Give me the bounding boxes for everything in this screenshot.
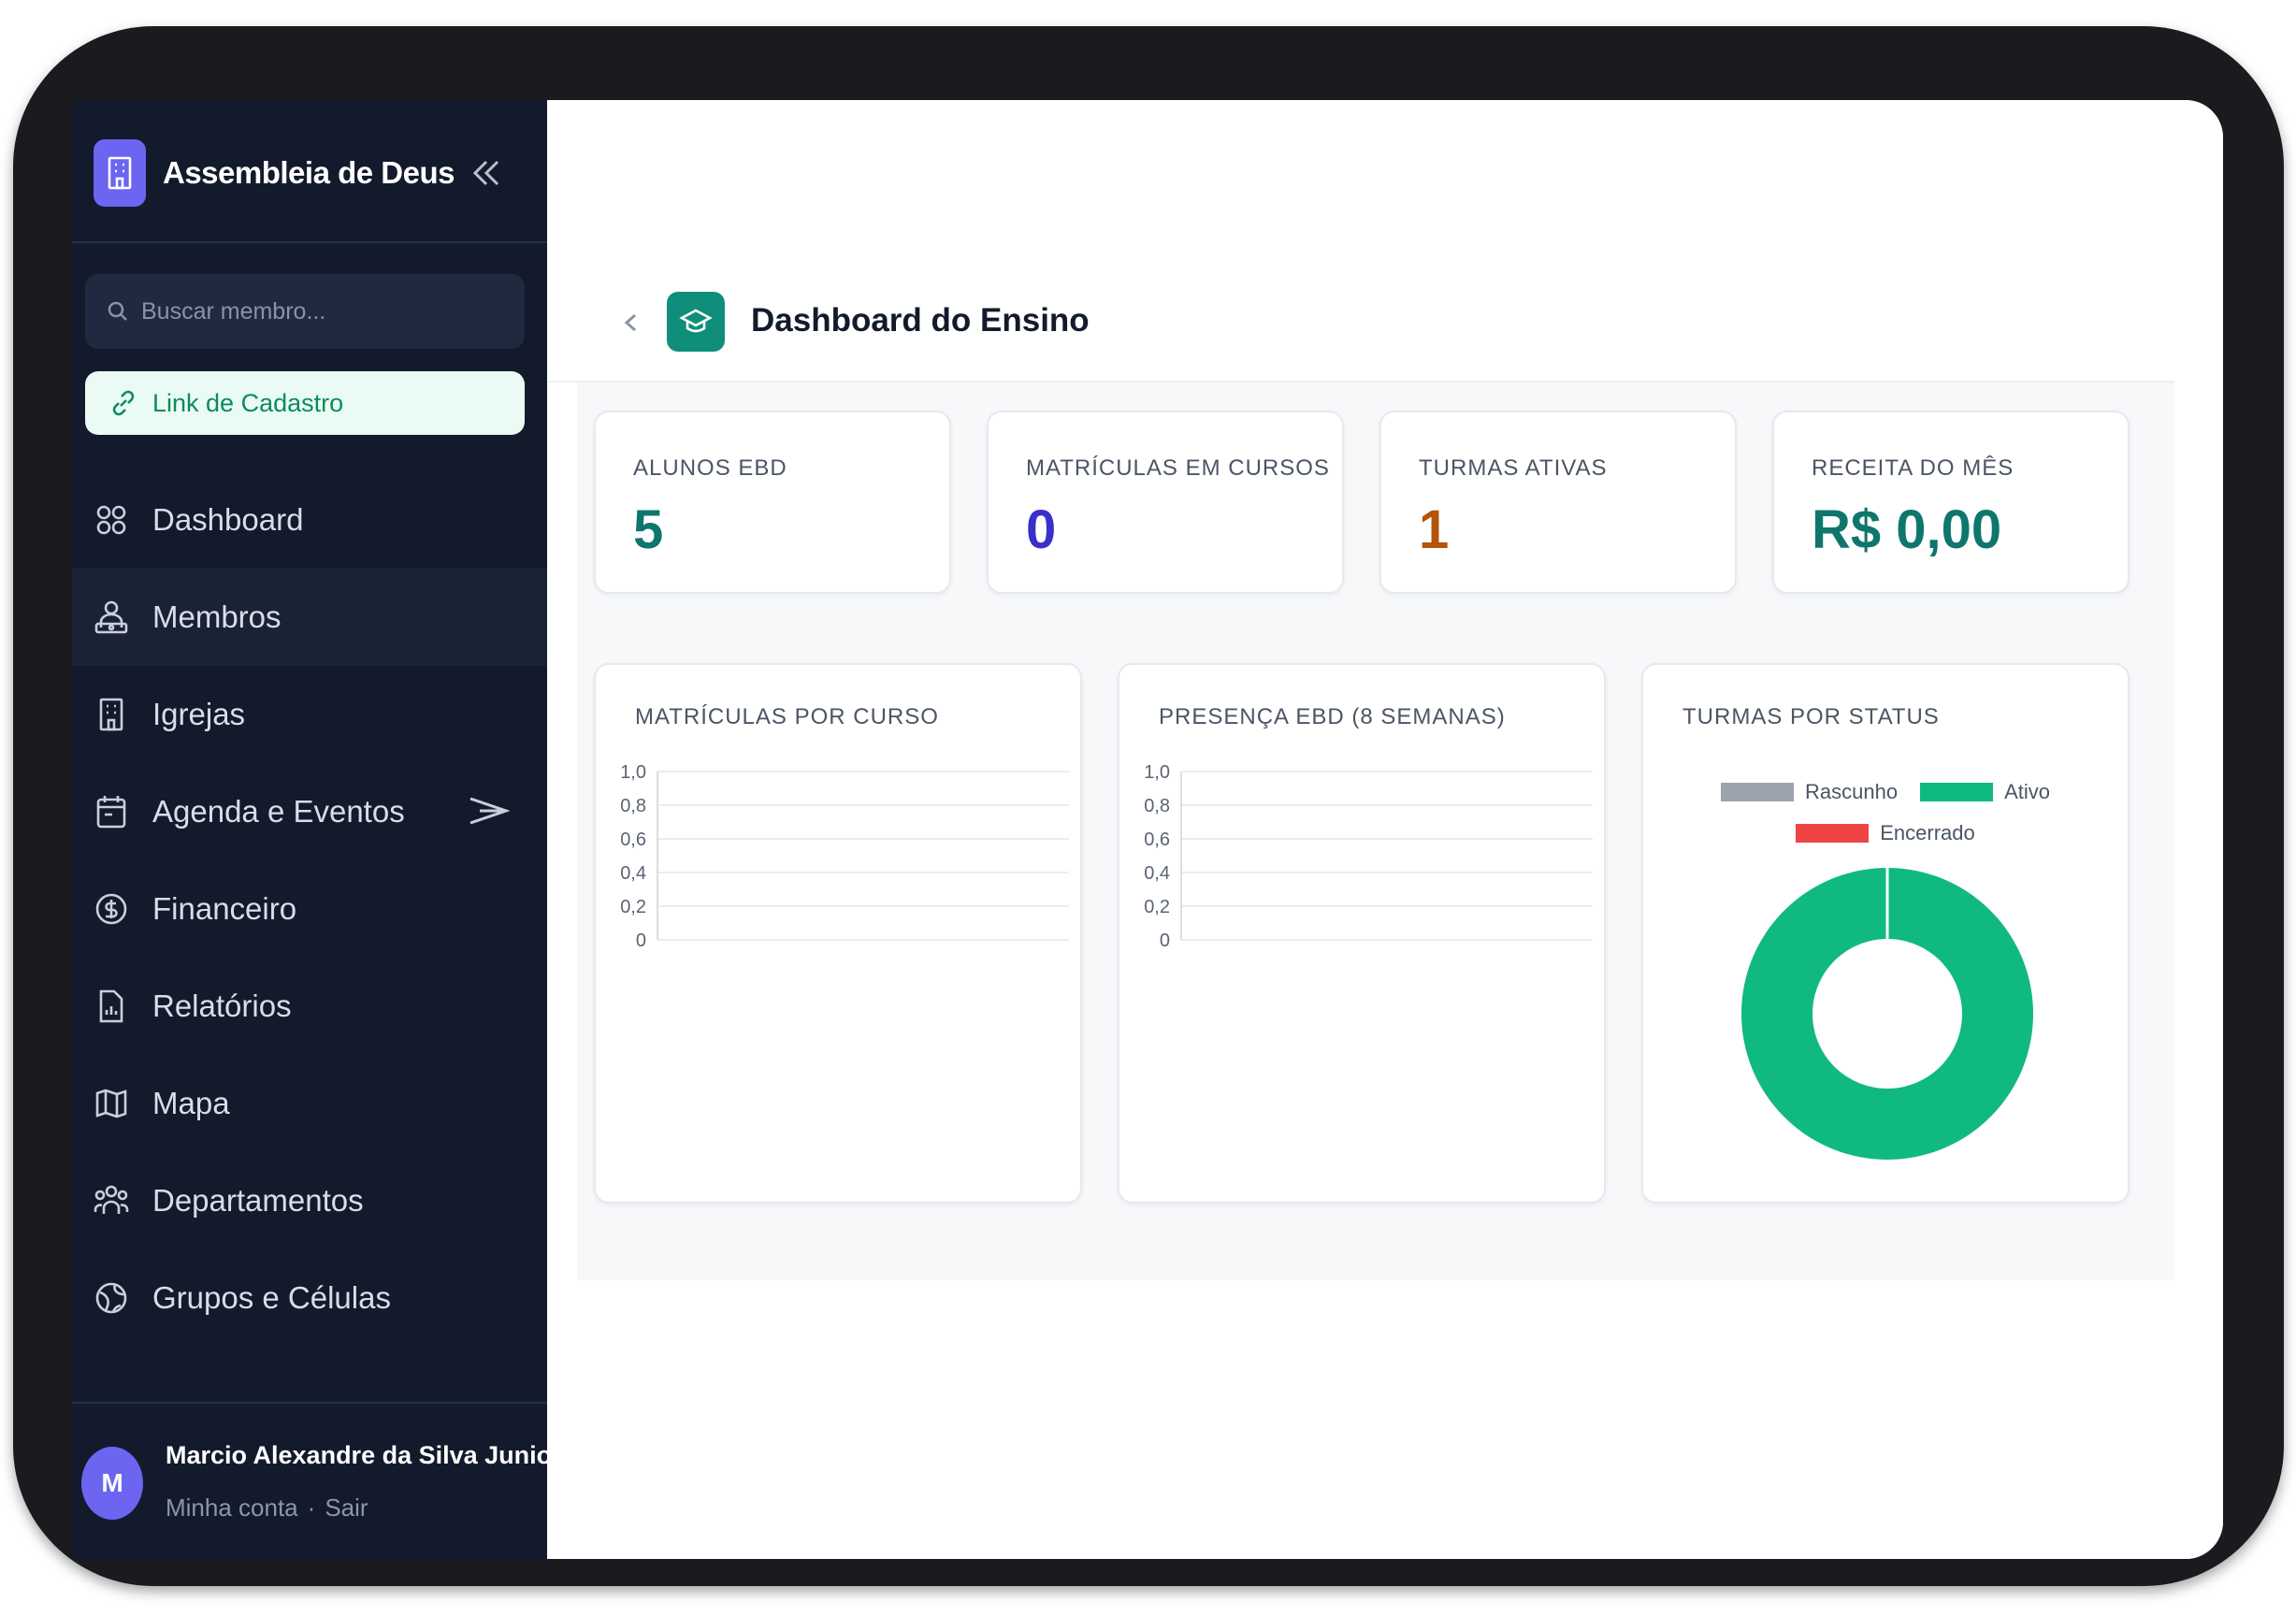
logout-link[interactable]: Sair — [325, 1493, 368, 1522]
collapse-sidebar-icon[interactable] — [468, 151, 505, 195]
chart-card-status: TURMAS POR STATUS Rascunho Ativo Encerra… — [1641, 663, 2130, 1204]
link-separator: · — [307, 1493, 316, 1522]
stat-value: 0 — [1026, 499, 1057, 560]
app-screen: Assembleia de Deus Buscar membro... Link… — [72, 100, 2223, 1559]
y-tick-label: 0,2 — [620, 897, 646, 917]
sidebar-item-dashboard[interactable]: Dashboard — [72, 471, 547, 569]
search-icon — [108, 301, 127, 321]
y-tick-label: 0,6 — [1144, 830, 1170, 850]
dashboard-icon — [91, 499, 132, 541]
globe-icon — [91, 1277, 132, 1319]
sidebar-item-label: Membros — [152, 599, 282, 634]
stat-value: 1 — [1419, 499, 1450, 560]
sidebar-item-label: Igrejas — [152, 697, 246, 731]
sidebar-nav: Dashboard Membros Igrejas Agenda e Event… — [72, 471, 547, 1347]
legend-label: Rascunho — [1805, 780, 1899, 803]
sidebar-item-membros[interactable]: Membros — [72, 569, 547, 666]
y-tick-label: 0,8 — [620, 796, 646, 816]
search-input[interactable] — [141, 297, 497, 325]
legend-swatch — [1796, 824, 1870, 843]
brand-name: Assembleia de Deus — [163, 155, 455, 190]
dollar-icon — [91, 888, 132, 930]
donut-chart — [1740, 868, 2033, 1160]
stat-value: R$ 0,00 — [1812, 499, 2002, 560]
y-tick-label: 0 — [636, 931, 646, 951]
chart-title: TURMAS POR STATUS — [1682, 704, 1940, 729]
sidebar-item-agenda[interactable]: Agenda e Eventos — [72, 763, 547, 860]
chart-card-matriculas: MATRÍCULAS POR CURSO 1,0 0,8 0,6 0,4 0,2 0 — [594, 663, 1082, 1204]
user-name: Marcio Alexandre da Silva Junior — [166, 1441, 562, 1469]
stat-label: MATRÍCULAS EM CURSOS — [1026, 455, 1330, 481]
stat-card-turmas: TURMAS ATIVAS 1 — [1379, 411, 1737, 594]
sidebar-item-grupos[interactable]: Grupos e Células — [72, 1249, 547, 1347]
legend-swatch — [1920, 783, 1994, 801]
y-tick-label: 0,6 — [620, 830, 646, 850]
back-chevron-icon[interactable] — [616, 304, 644, 341]
sidebar-item-label: Dashboard — [152, 502, 304, 537]
page-header: Dashboard do Ensino — [547, 278, 2174, 382]
stat-card-receita: RECEITA DO MÊS R$ 0,00 — [1772, 411, 2130, 594]
sidebar-item-label: Mapa — [152, 1086, 230, 1120]
sidebar-item-label: Grupos e Células — [152, 1280, 391, 1315]
sidebar-item-label: Relatórios — [152, 988, 292, 1023]
y-tick-label: 0,2 — [1144, 897, 1170, 917]
y-tick-label: 1,0 — [620, 762, 646, 783]
page-title: Dashboard do Ensino — [751, 302, 1090, 339]
line-chart: 1,0 0,8 0,6 0,4 0,2 0 — [1144, 762, 1593, 951]
chart-legend: Rascunho Ativo Encerrado — [1643, 772, 2128, 854]
sidebar: Assembleia de Deus Buscar membro... Link… — [72, 100, 562, 1559]
tablet-frame: Assembleia de Deus Buscar membro... Link… — [13, 26, 2284, 1586]
stat-card-matriculas: MATRÍCULAS EM CURSOS 0 — [987, 411, 1344, 594]
y-tick-label: 0,4 — [1144, 863, 1170, 884]
sidebar-item-label: Departamentos — [152, 1183, 364, 1218]
bar-chart: 1,0 0,8 0,6 0,4 0,2 0 — [620, 762, 1069, 951]
user-links: Minha conta · Sair — [166, 1493, 368, 1522]
stat-value: 5 — [633, 499, 664, 560]
stat-card-alunos: ALUNOS EBD 5 — [594, 411, 951, 594]
chart-title: MATRÍCULAS POR CURSO — [635, 704, 939, 729]
stat-label: TURMAS ATIVAS — [1419, 455, 1608, 481]
report-icon — [91, 986, 132, 1027]
stat-label: RECEITA DO MÊS — [1812, 455, 2014, 481]
divider — [72, 241, 547, 243]
search-box[interactable] — [85, 274, 525, 349]
y-tick-label: 0 — [1160, 931, 1170, 951]
sidebar-item-label: Agenda e Eventos — [152, 794, 405, 829]
stat-label: ALUNOS EBD — [633, 455, 787, 481]
map-icon — [91, 1083, 132, 1124]
registration-link-label: Link de Cadastro — [152, 388, 344, 417]
y-tick-label: 0,4 — [620, 863, 646, 884]
graduation-cap-icon — [667, 292, 725, 352]
legend-swatch — [1721, 783, 1794, 801]
avatar[interactable]: M — [81, 1447, 143, 1520]
sidebar-item-igrejas[interactable]: Igrejas — [72, 666, 547, 763]
sidebar-item-departamentos[interactable]: Departamentos — [72, 1152, 547, 1249]
sidebar-item-financeiro[interactable]: Financeiro — [72, 860, 547, 958]
expand-arrow-icon[interactable] — [467, 795, 511, 834]
brand: Assembleia de Deus — [94, 139, 533, 207]
departments-icon — [91, 1180, 132, 1221]
church-building-icon — [94, 139, 146, 207]
my-account-link[interactable]: Minha conta — [166, 1493, 298, 1522]
legend-label: Ativo — [2004, 780, 2050, 803]
link-icon — [112, 390, 135, 416]
legend-item-rascunho[interactable]: Rascunho — [1721, 780, 1898, 804]
legend-item-encerrado[interactable]: Encerrado — [1796, 821, 1975, 845]
sidebar-item-label: Financeiro — [152, 891, 297, 926]
main-content: Dashboard do Ensino ALUNOS EBD 5 MATRÍCU… — [547, 100, 2223, 1559]
members-icon — [91, 597, 132, 638]
y-tick-label: 1,0 — [1144, 762, 1170, 783]
legend-item-ativo[interactable]: Ativo — [1920, 780, 2050, 804]
sidebar-item-relatorios[interactable]: Relatórios — [72, 958, 547, 1055]
sidebar-item-mapa[interactable]: Mapa — [72, 1055, 547, 1152]
calendar-icon — [91, 791, 132, 832]
user-panel: M Marcio Alexandre da Silva Junior Minha… — [72, 1402, 562, 1559]
registration-link-button[interactable]: Link de Cadastro — [85, 371, 525, 435]
building-icon — [91, 694, 132, 735]
dashboard-area: ALUNOS EBD 5 MATRÍCULAS EM CURSOS 0 TURM… — [577, 382, 2174, 1280]
legend-label: Encerrado — [1880, 821, 1975, 844]
chart-card-presenca: PRESENÇA EBD (8 SEMANAS) 1,0 0,8 0,6 0,4 0,2… — [1118, 663, 1606, 1204]
y-tick-label: 0,8 — [1144, 796, 1170, 816]
chart-title: PRESENÇA EBD (8 SEMANAS) — [1159, 704, 1506, 729]
